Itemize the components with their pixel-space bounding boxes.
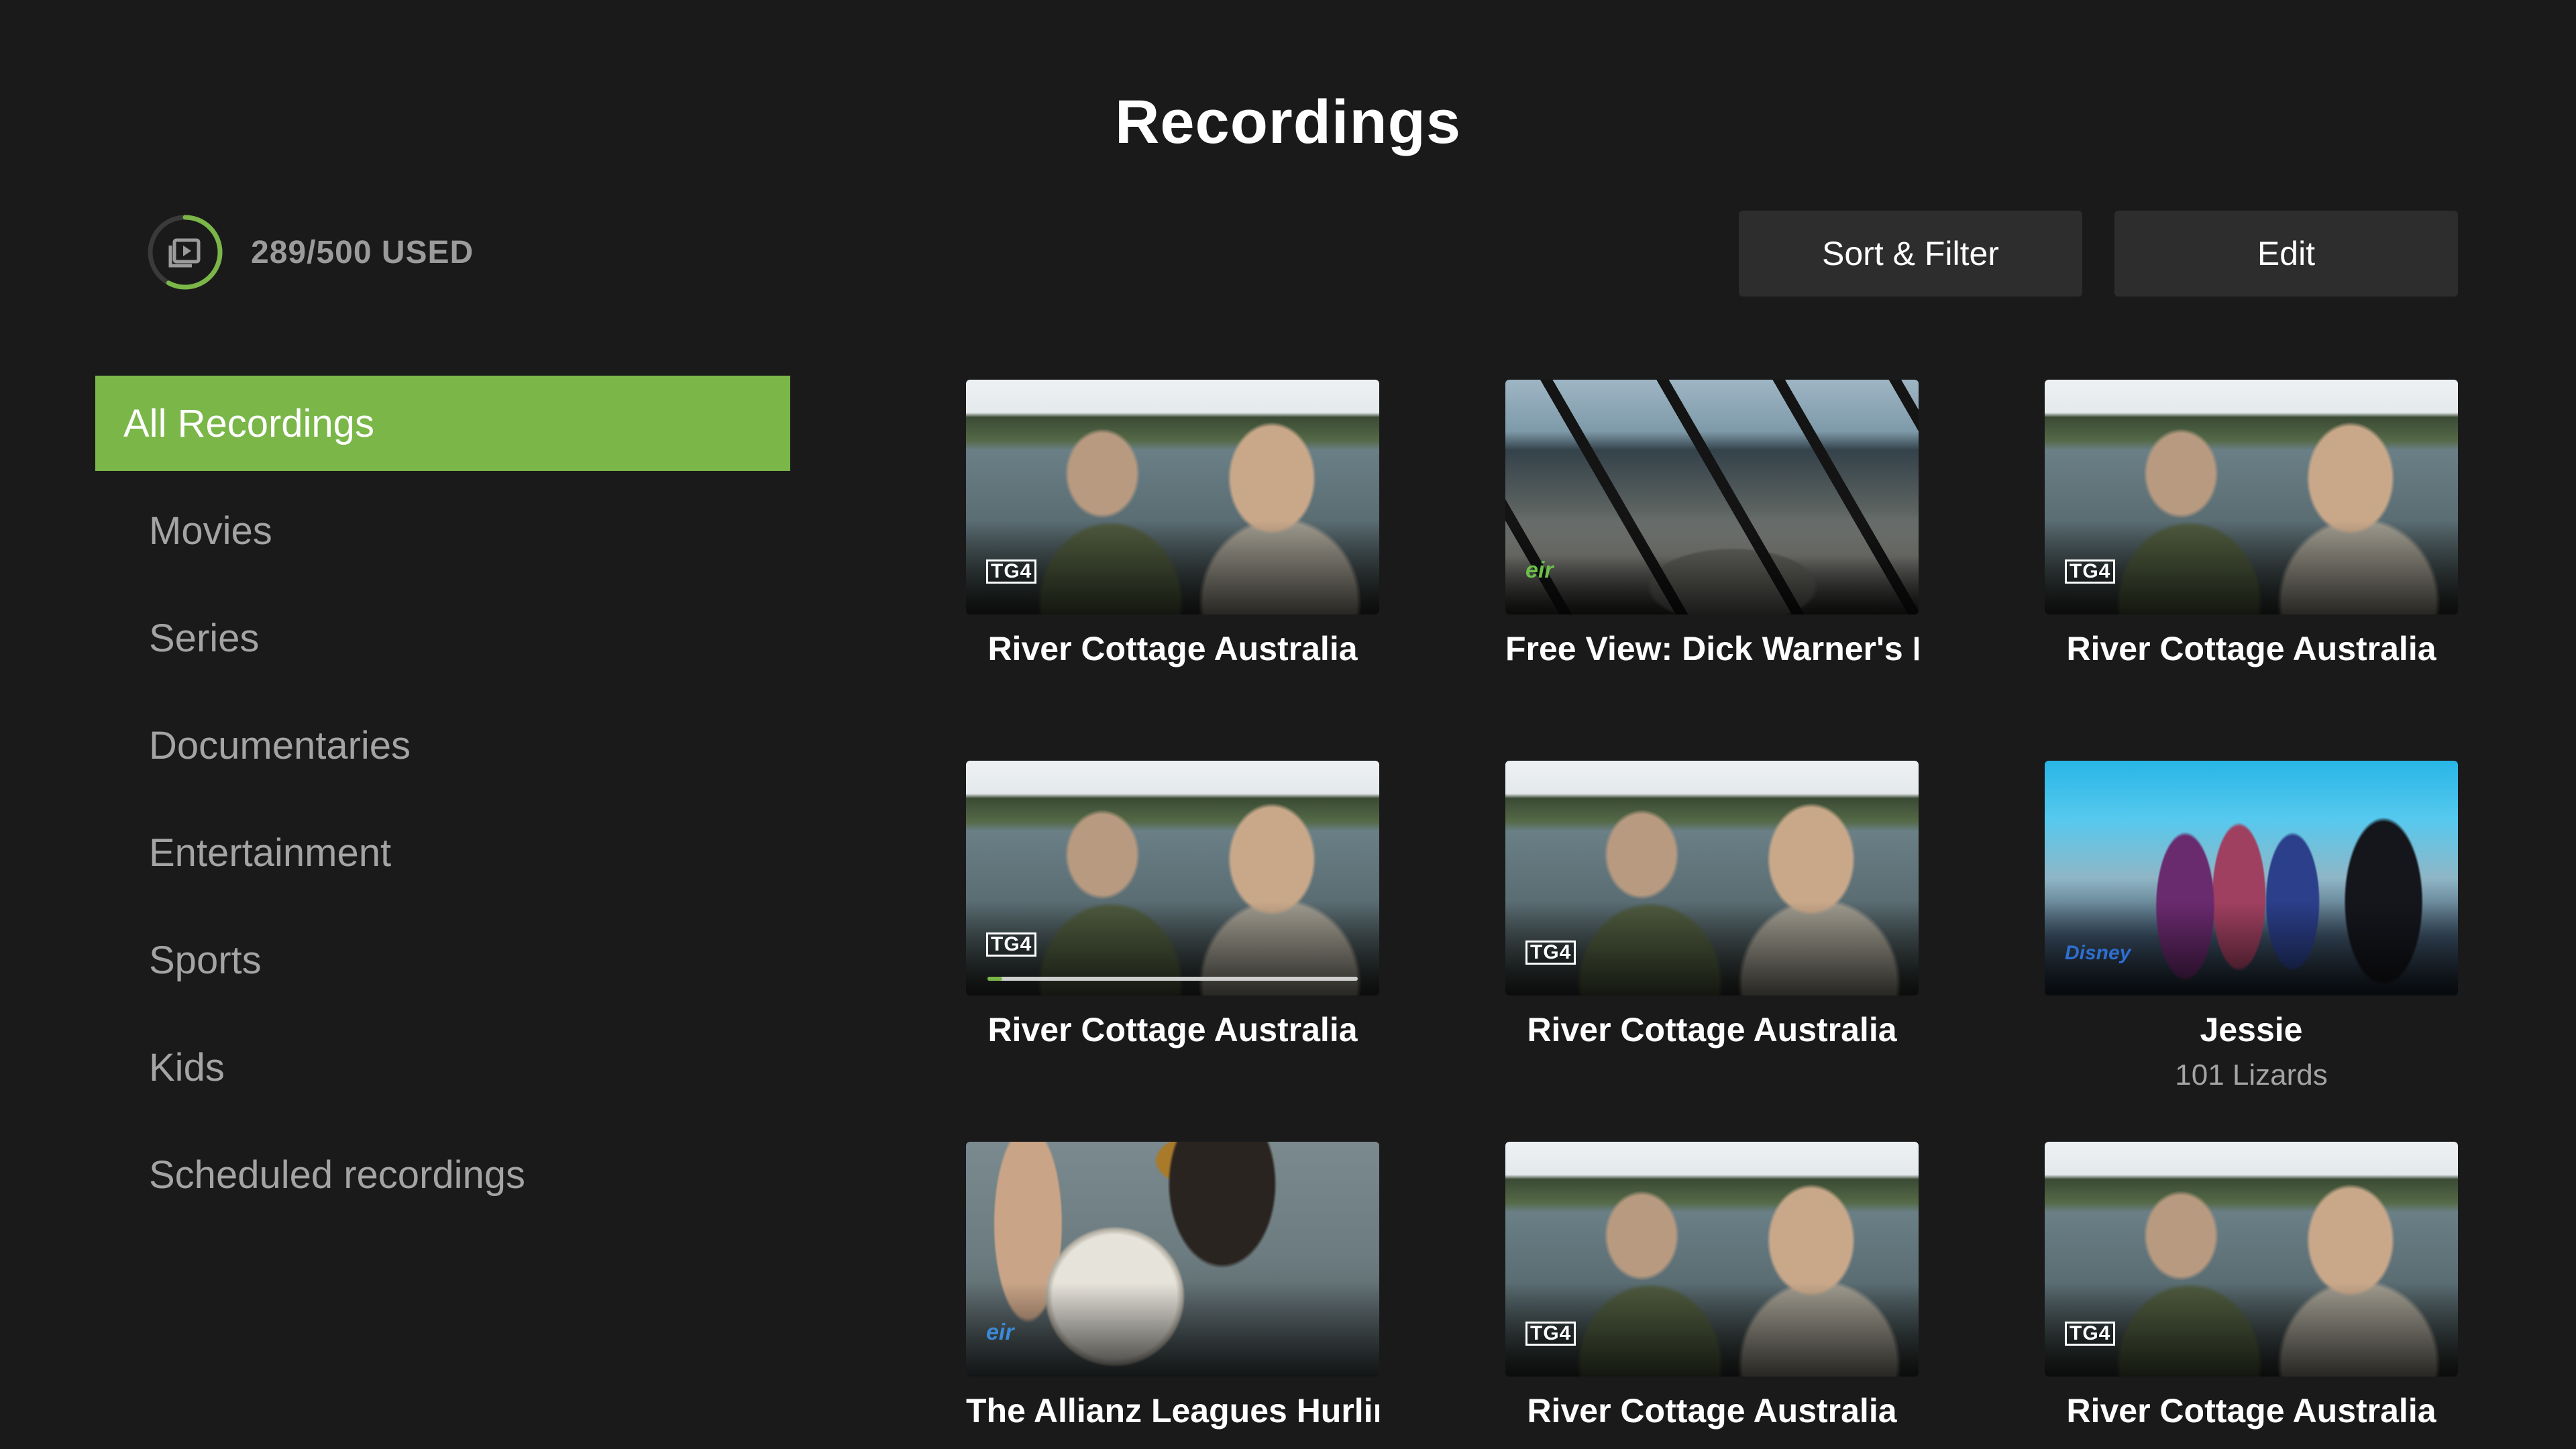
recording-episode-title: 101 Lizards: [2175, 1059, 2328, 1091]
recording-title: River Cottage Australia: [1527, 1011, 1897, 1049]
edit-button[interactable]: Edit: [2114, 211, 2458, 297]
recording-card[interactable]: TG4 River Cottage Australia: [1505, 1142, 1919, 1430]
channel-logo: TG4: [2065, 1322, 2116, 1346]
watch-progress-bar: [987, 977, 1358, 981]
recording-title: River Cottage Australia: [2066, 630, 2436, 667]
recording-card[interactable]: TG4 River Cottage Australia: [2045, 1142, 2458, 1430]
recording-thumbnail[interactable]: eir: [1505, 380, 1919, 614]
category-sidebar: All Recordings Movies Series Documentari…: [95, 376, 790, 1234]
sidebar-item-all-recordings[interactable]: All Recordings: [95, 376, 790, 471]
recording-title: Jessie: [2200, 1011, 2303, 1049]
page-title: Recordings: [1114, 88, 1462, 156]
recording-thumbnail[interactable]: TG4: [2045, 1142, 2458, 1377]
recording-thumbnail[interactable]: TG4: [966, 761, 1379, 996]
sidebar-item-documentaries[interactable]: Documentaries: [95, 698, 790, 793]
recording-title: River Cottage Australia: [2066, 1392, 2436, 1430]
recording-card[interactable]: TG4 River Cottage Australia: [2045, 380, 2458, 668]
channel-logo: Disney: [2065, 942, 2131, 964]
channel-logo: TG4: [2065, 559, 2116, 584]
recording-title: River Cottage Australia: [987, 1011, 1358, 1049]
sidebar-item-entertainment[interactable]: Entertainment: [95, 805, 790, 900]
watch-progress-fill: [987, 977, 1003, 981]
recording-card[interactable]: TG4 River Cottage Australia: [966, 761, 1379, 1049]
channel-logo: TG4: [986, 932, 1037, 957]
recording-card[interactable]: eir Free View: Dick Warner's F: [1505, 380, 1919, 668]
recording-card[interactable]: eir The Allianz Leagues Hurlin: [966, 1142, 1379, 1430]
sidebar-item-movies[interactable]: Movies: [95, 483, 790, 578]
recording-title: River Cottage Australia: [1527, 1392, 1897, 1430]
recording-title: Free View: Dick Warner's F: [1505, 630, 1919, 667]
channel-logo: TG4: [986, 559, 1037, 584]
recording-title: The Allianz Leagues Hurlin: [966, 1392, 1379, 1430]
recording-card[interactable]: Disney Jessie 101 Lizards: [2045, 761, 2458, 1092]
storage-usage-text: 289/500 USED: [251, 234, 474, 270]
sort-filter-button[interactable]: Sort & Filter: [1739, 211, 2082, 297]
sidebar-item-kids[interactable]: Kids: [95, 1020, 790, 1115]
channel-logo: TG4: [1525, 941, 1576, 965]
sidebar-item-sports[interactable]: Sports: [95, 912, 790, 1008]
recording-thumbnail[interactable]: TG4: [966, 380, 1379, 614]
recording-thumbnail[interactable]: TG4: [1505, 1142, 1919, 1377]
channel-logo: eir: [986, 1320, 1014, 1345]
channel-logo: TG4: [1525, 1322, 1576, 1346]
recording-thumbnail[interactable]: TG4: [2045, 380, 2458, 614]
recording-thumbnail[interactable]: eir: [966, 1142, 1379, 1377]
recording-title: River Cottage Australia: [987, 630, 1358, 667]
recording-thumbnail[interactable]: TG4: [1505, 761, 1919, 996]
recording-thumbnail[interactable]: Disney: [2045, 761, 2458, 996]
sidebar-item-series[interactable]: Series: [95, 590, 790, 686]
sidebar-item-scheduled-recordings[interactable]: Scheduled recordings: [95, 1127, 790, 1222]
recording-card[interactable]: TG4 River Cottage Australia: [1505, 761, 1919, 1049]
recordings-storage-icon: [146, 213, 224, 291]
recording-card[interactable]: TG4 River Cottage Australia: [966, 380, 1379, 668]
channel-logo: eir: [1525, 557, 1554, 583]
storage-usage: 289/500 USED: [146, 213, 474, 291]
